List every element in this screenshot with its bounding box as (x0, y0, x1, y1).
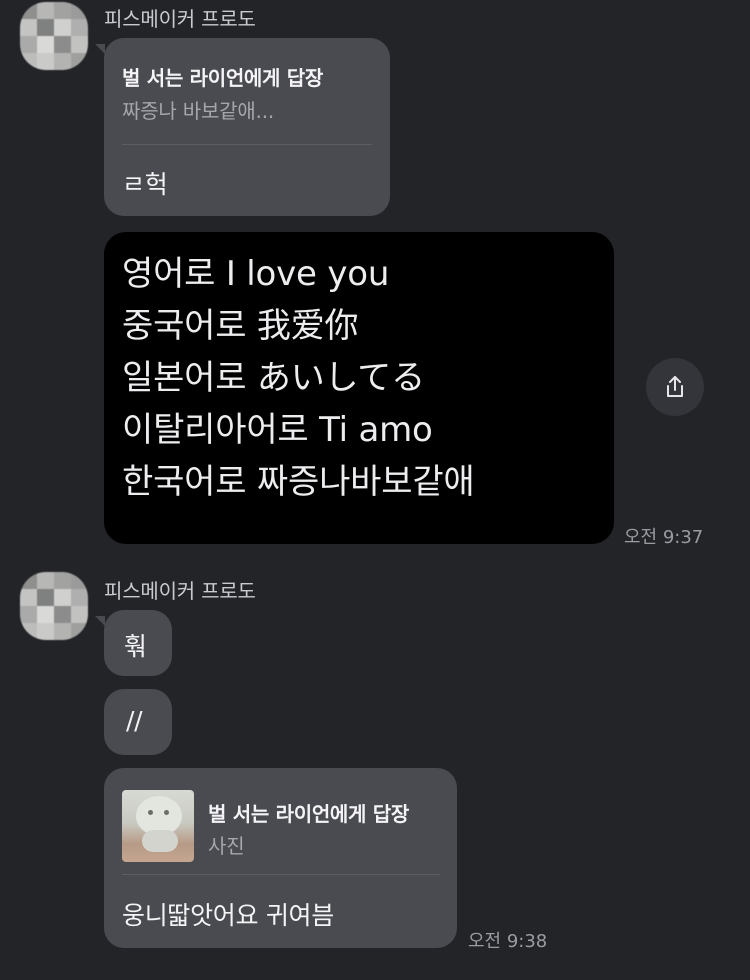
sender-name: 피스메이커 프로도 (104, 579, 256, 603)
reply-divider (122, 144, 372, 145)
image-message[interactable]: 영어로 I love you 중국어로 我爱你 일본어로 あいしてる 이탈리아어… (104, 232, 614, 544)
bubble-tail (95, 616, 105, 626)
reply-message-bubble[interactable]: 벌 서는 라이언에게 답장 사진 웅니딻앗어요 귀여븜 (104, 768, 457, 948)
image-text-line: 일본어로 あいしてる (122, 358, 425, 398)
message-timestamp: 오전 9:38 (468, 931, 548, 952)
message-bubble[interactable]: 훢 (104, 610, 172, 676)
message-text: 훢 (124, 632, 147, 661)
image-text-line: 중국어로 我爱你 (122, 306, 359, 346)
share-button[interactable] (646, 358, 704, 416)
reply-quoted-text: 짜증나 바보같애... (122, 99, 275, 123)
reply-target-title: 벌 서는 라이언에게 답장 (208, 802, 409, 826)
message-text: // (126, 706, 143, 735)
photo-thumbnail (122, 790, 194, 862)
bubble-tail (95, 44, 105, 54)
sender-avatar[interactable] (20, 2, 88, 70)
message-timestamp: 오전 9:37 (624, 527, 704, 548)
reply-message-bubble[interactable]: 벌 서는 라이언에게 답장 짜증나 바보같애... ㄹ헉 (104, 38, 390, 216)
message-text: ㄹ헉 (122, 170, 168, 199)
image-text-line: 이탈리아어로 Ti amo (122, 410, 433, 450)
image-text-block: 영어로 I love you 중국어로 我爱你 일본어로 あいしてる 이탈리아어… (122, 248, 475, 508)
sender-avatar[interactable] (20, 572, 88, 640)
message-text: 웅니딻앗어요 귀여븜 (122, 901, 334, 930)
image-text-line: 영어로 I love you (122, 254, 390, 294)
sender-name: 피스메이커 프로도 (104, 7, 256, 31)
message-bubble[interactable]: // (104, 689, 172, 755)
reply-target-title: 벌 서는 라이언에게 답장 (122, 66, 323, 90)
image-text-line: 한국어로 짜증나바보같애 (122, 462, 475, 502)
reply-quoted-text: 사진 (208, 834, 245, 858)
reply-divider (122, 874, 440, 875)
share-icon (661, 373, 689, 401)
